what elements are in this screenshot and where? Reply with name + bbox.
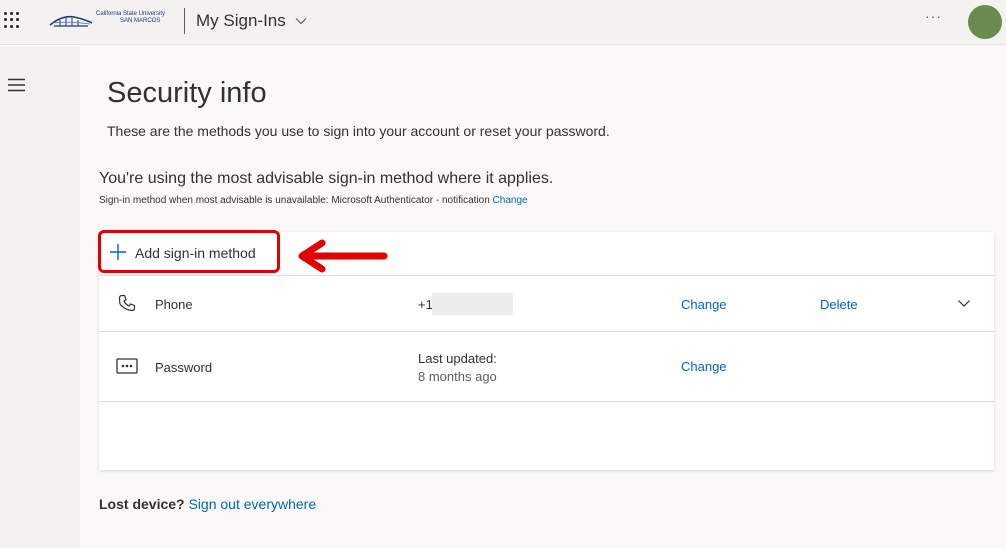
phone-delete-link[interactable]: Delete (820, 297, 858, 312)
sign-out-everywhere-link[interactable]: Sign out everywhere (188, 496, 316, 512)
avatar[interactable] (968, 5, 1002, 39)
password-change-link[interactable]: Change (681, 359, 727, 374)
logo-line-1: California State University (96, 11, 166, 17)
plus-icon (110, 244, 126, 260)
phone-number-value: +1 (418, 297, 433, 312)
annotation-arrow-icon (298, 239, 388, 273)
redacted-phone-number (432, 293, 513, 315)
chevron-down-icon[interactable] (294, 14, 308, 28)
organization-logo[interactable]: California State University SAN MARCOS (48, 11, 178, 31)
row-divider (99, 401, 994, 402)
phone-change-link[interactable]: Change (681, 297, 727, 312)
advisable-subtext-label: Sign-in method when most advisable is un… (99, 195, 490, 206)
app-title[interactable]: My Sign-Ins (196, 11, 286, 31)
page-description: These are the methods you use to sign in… (107, 123, 610, 139)
logo-line-2: SAN MARCOS (120, 18, 161, 24)
password-last-updated-time: 8 months ago (418, 369, 497, 384)
app-launcher-icon[interactable] (4, 12, 20, 28)
logo-text: California State University SAN MARCOS (96, 11, 165, 25)
more-options-icon[interactable]: ··· (925, 8, 942, 24)
password-icon (116, 358, 138, 374)
hamburger-menu-icon[interactable] (8, 78, 25, 92)
add-sign-in-method-button[interactable]: Add sign-in method (98, 230, 280, 273)
row-divider (99, 331, 994, 332)
password-last-updated-label: Last updated: (418, 351, 497, 366)
chevron-down-icon[interactable] (957, 296, 971, 310)
advisable-subtext: Sign-in method when most advisable is un… (99, 195, 528, 206)
phone-icon (118, 294, 136, 312)
advisable-heading: You're using the most advisable sign-in … (99, 170, 554, 187)
logo-mark-icon (49, 15, 93, 27)
method-name-phone: Phone (155, 297, 193, 312)
password-last-updated-value: 8 months ago (418, 369, 497, 384)
lost-device-section: Lost device? Sign out everywhere (99, 496, 316, 512)
method-name-password: Password (155, 360, 213, 375)
lost-device-label: Lost device? (99, 496, 185, 512)
top-bar: California State University SAN MARCOS M… (0, 0, 1006, 45)
page-title: Security info (107, 77, 267, 109)
add-sign-in-method-label: Add sign-in method (135, 245, 256, 261)
left-navigation (0, 46, 80, 548)
row-divider (99, 275, 994, 276)
change-default-method-link[interactable]: Change (493, 195, 528, 206)
header-divider (184, 8, 185, 34)
